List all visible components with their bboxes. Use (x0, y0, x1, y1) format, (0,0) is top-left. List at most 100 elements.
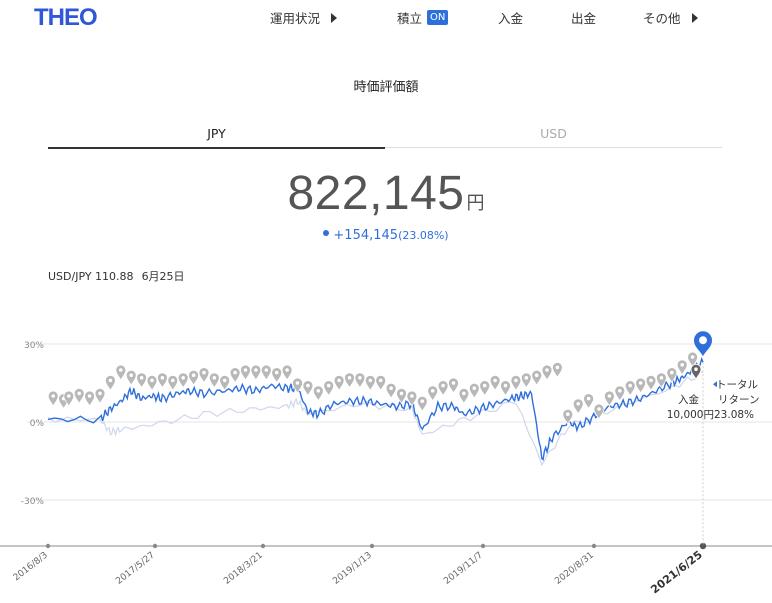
nav-label: 入金 (498, 11, 524, 26)
pin-hole (441, 383, 445, 388)
pin-shape (458, 388, 470, 405)
pin-shape (624, 380, 636, 397)
performance-chart[interactable]: 30% 0% -30% 2016/8/3 2017/5/27 2018/3/21 2019… (0, 320, 772, 603)
pin-hole (638, 381, 643, 385)
pin-shape (84, 390, 95, 407)
location-pin-icon (694, 331, 712, 357)
pin-hole (358, 376, 362, 380)
nav-item-performance[interactable]: 運用状況 (270, 8, 338, 27)
nav-item-withdraw[interactable]: 出金 (571, 8, 596, 27)
deposit-pin-icon (437, 380, 449, 397)
pin-shape (208, 372, 220, 389)
deposit-pin-icon (427, 385, 439, 402)
deposit-pin-icon (500, 380, 511, 397)
pin-hole (545, 368, 549, 372)
pin-hole (410, 394, 414, 398)
pin-shape (312, 385, 324, 402)
fx-rate: USD/JPY 110.88 6月25日 (48, 268, 193, 284)
deposit-pin-icon (468, 382, 480, 400)
deposit-pin-icon (198, 367, 210, 384)
tab-jpy[interactable]: JPY (48, 126, 385, 149)
deposit-pin-icon (624, 380, 636, 397)
deposit-pin-icon (271, 367, 283, 384)
pin-hole (680, 363, 684, 367)
nav-item-other[interactable]: その他 (643, 8, 698, 27)
deposit-pin-icon (385, 382, 397, 400)
x-axis: 2016/8/3 2017/5/27 2018/3/21 2019/1/13 2019/… (0, 542, 772, 596)
pin-hole (233, 370, 237, 375)
pin-hole (586, 396, 591, 401)
nav-label: 積立 (397, 11, 423, 26)
pin-shape (552, 362, 563, 379)
return-series (47, 356, 704, 461)
pin-hole (316, 389, 321, 393)
deposit-pin-icon (94, 388, 106, 405)
tab-usd[interactable]: USD (385, 126, 722, 148)
deposit-pin-icon (115, 364, 127, 381)
deposit-pin-icon (645, 375, 657, 392)
pin-hole (129, 373, 133, 377)
nav-item-deposit[interactable]: 入金 (498, 8, 523, 27)
dot-icon (323, 229, 330, 236)
pin-shape (572, 398, 584, 415)
nav-item-auto-deposit[interactable]: 積立 ON (397, 8, 449, 27)
change-percent: (23.08%) (398, 229, 449, 242)
pin-shape (375, 375, 387, 392)
pin-shape (676, 359, 688, 376)
x-tick-dot (152, 543, 158, 549)
page-title: 時価評価額 (353, 80, 419, 95)
pin-hole (378, 378, 383, 383)
x-tick-label: 2019/1/13 (331, 550, 374, 586)
deposit-pin-icon (219, 375, 231, 392)
pin-shape (260, 364, 272, 381)
deposit-pin-icon (448, 377, 459, 394)
x-tick-dot (260, 543, 266, 549)
deposit-pin-icon (354, 372, 366, 389)
pin-hole (607, 394, 612, 398)
valuation-unit: 円 (466, 193, 485, 214)
pin-hole (618, 389, 622, 393)
pin-shape (198, 367, 210, 384)
pin-hole (368, 378, 373, 383)
pin-shape (156, 372, 168, 389)
pin-hole (694, 367, 698, 371)
currency-tabs: JPY USD (48, 126, 722, 149)
deposit-pin-icon (396, 388, 407, 405)
pin-hole (659, 376, 664, 380)
pin-hole (285, 368, 289, 372)
deposit-pin-icon (156, 372, 168, 389)
deposit-pin-icon (690, 363, 702, 381)
pin-shape (416, 395, 428, 413)
deposit-pin-icon (260, 364, 272, 381)
deposit-pin-icon (208, 372, 220, 389)
pin-hole (430, 389, 435, 393)
deposit-pin-icon (552, 362, 563, 379)
deposit-pin-icon (84, 390, 95, 407)
return-label: トータル (716, 379, 758, 391)
return-value: 23.08% (714, 409, 754, 421)
fx-rate-label: USD/JPY 110.88 (48, 270, 134, 283)
deposit-pin-icon (240, 364, 251, 381)
deposit-pin-icon (177, 372, 189, 389)
deposit-pin-icon (510, 375, 522, 392)
pin-shape (94, 388, 106, 405)
pin-hole (597, 407, 601, 411)
deposit-pin-icon (146, 375, 158, 392)
pin-shape (645, 375, 657, 392)
pin-hole (254, 368, 258, 372)
pin-hole (191, 373, 196, 377)
pin-hole (462, 391, 466, 396)
pin-hole (503, 383, 508, 388)
pin-hole (150, 378, 154, 383)
pin-shape (448, 377, 459, 394)
pin-shape (125, 369, 137, 387)
pin-shape (489, 375, 501, 392)
pin-shape (427, 385, 439, 402)
return-label: リターン (718, 394, 759, 406)
pin-hole (51, 394, 55, 398)
deposit-pin-icon (229, 367, 241, 384)
deposit-pin-icon (312, 385, 324, 402)
deposit-pin-icon (572, 398, 584, 415)
return-line (47, 356, 704, 461)
y-tick-label: -30% (21, 497, 45, 507)
